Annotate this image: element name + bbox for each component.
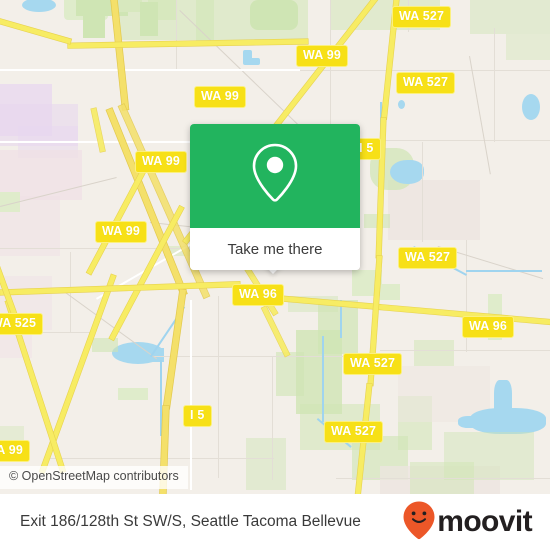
callout-pin-area bbox=[190, 124, 360, 228]
location-callout-card[interactable]: Take me there bbox=[190, 124, 360, 270]
road-shield: WA 99 bbox=[95, 221, 148, 243]
road-shield: WA 527 bbox=[396, 72, 456, 94]
road-shield: WA 527 bbox=[343, 353, 403, 375]
map-pin-icon bbox=[248, 140, 302, 213]
road-shield: WA 527 bbox=[324, 421, 384, 443]
road-shield: I 5 bbox=[183, 405, 212, 427]
road-shield: WA 525 bbox=[0, 313, 44, 335]
moovit-wordmark: moovit bbox=[437, 505, 532, 538]
road-shield: WA 99 bbox=[135, 151, 188, 173]
bottom-bar: Exit 186/128th St SW/S, Seattle Tacoma B… bbox=[0, 494, 550, 550]
road-shield: WA 99 bbox=[0, 440, 31, 462]
moovit-pin-icon bbox=[402, 500, 436, 545]
moovit-logo[interactable]: moovit bbox=[402, 500, 533, 545]
road-shield: WA 96 bbox=[232, 284, 285, 306]
road-shield: WA 96 bbox=[462, 316, 515, 338]
road-shield: WA 527 bbox=[392, 6, 452, 28]
place-title: Exit 186/128th St SW/S, Seattle Tacoma B… bbox=[20, 513, 361, 530]
take-me-there-button[interactable]: Take me there bbox=[190, 228, 360, 270]
road-shield: WA 99 bbox=[194, 86, 247, 108]
road-shield: WA 527 bbox=[398, 247, 458, 269]
moovit-map-screen: WA 527 WA 99 WA 527 WA 99 WA 99 I 5 WA 99 WA 52… bbox=[0, 0, 550, 550]
map-canvas[interactable]: WA 527 WA 99 WA 527 WA 99 WA 99 I 5 WA 99 WA 52… bbox=[0, 0, 550, 494]
osm-attribution[interactable]: © OpenStreetMap contributors bbox=[0, 466, 188, 489]
road-shield: WA 99 bbox=[296, 45, 349, 67]
